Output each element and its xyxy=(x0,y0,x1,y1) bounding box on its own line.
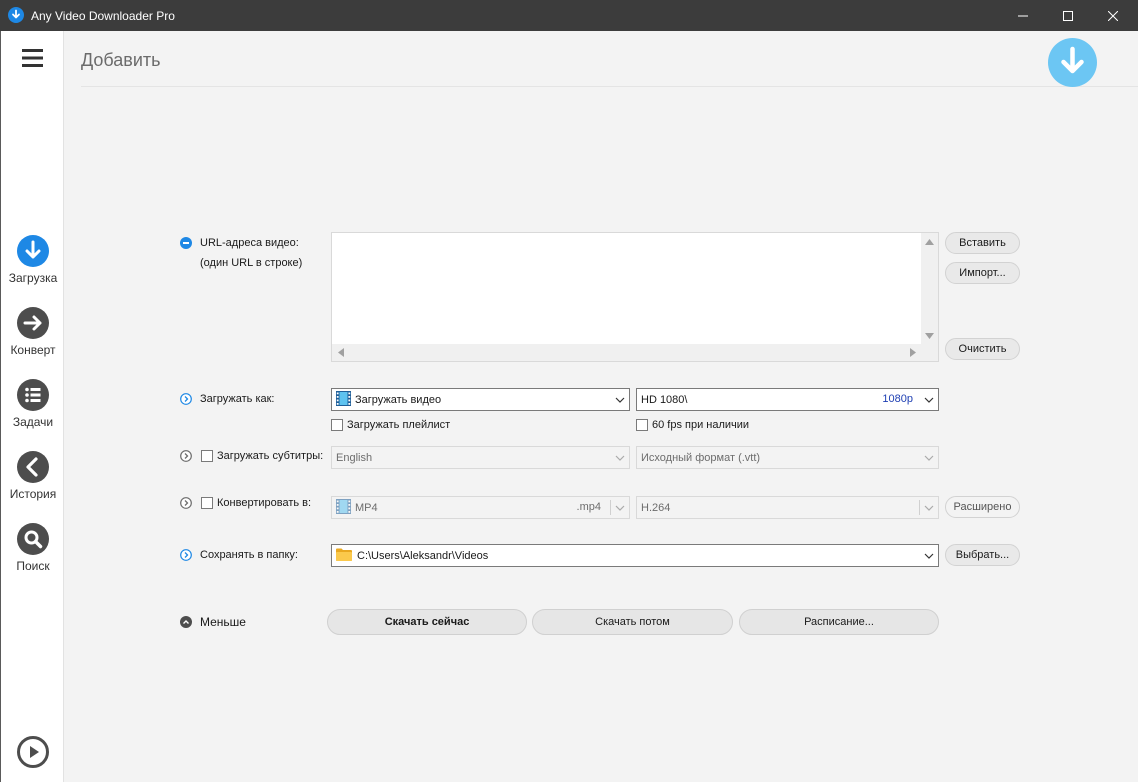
sidebar-item-label: История xyxy=(9,487,57,501)
convert-label: Конвертировать в: xyxy=(217,497,312,509)
download-type-value: Загружать видео xyxy=(355,393,442,406)
quality-value: HD 1080\ xyxy=(641,393,688,406)
sidebar-item-history[interactable]: История xyxy=(1,451,65,501)
expand-chevron-icon[interactable] xyxy=(180,450,192,465)
less-toggle[interactable]: Меньше xyxy=(200,615,246,629)
playlist-checkbox[interactable] xyxy=(331,419,343,431)
chevron-down-icon xyxy=(615,395,625,408)
download-circle-icon xyxy=(1,235,65,267)
quality-select[interactable]: HD 1080\ 1080p xyxy=(636,388,939,411)
chevron-down-icon xyxy=(615,453,625,466)
sidebar-item-convert[interactable]: Конверт xyxy=(1,307,65,357)
chevron-down-icon xyxy=(924,395,934,408)
horizontal-scrollbar[interactable] xyxy=(332,344,922,361)
subtitle-language-value: English xyxy=(336,451,373,464)
subtitle-format-value: Исходный формат (.vtt) xyxy=(641,451,761,464)
subtitle-format-select[interactable]: Исходный формат (.vtt) xyxy=(636,446,939,469)
sidebar-item-search[interactable]: Поиск xyxy=(1,523,65,573)
download-type-select[interactable]: Загружать видео xyxy=(331,388,630,411)
chevron-down-icon xyxy=(924,503,934,516)
playlist-label: Загружать плейлист xyxy=(347,419,451,431)
chevron-down-icon xyxy=(615,503,625,516)
sidebar-item-label: Конверт xyxy=(10,343,56,357)
fps-checkbox[interactable] xyxy=(636,419,648,431)
sidebar-item-label: Поиск xyxy=(16,559,50,573)
download-as-label: Загружать как: xyxy=(200,393,275,405)
arrow-right-circle-icon xyxy=(1,307,65,339)
paste-button[interactable]: Вставить xyxy=(945,232,1020,254)
schedule-button[interactable]: Расписание... xyxy=(739,609,939,635)
convert-format-ext: .mp4 xyxy=(576,501,601,513)
header-download-icon xyxy=(1048,38,1097,90)
browse-button[interactable]: Выбрать... xyxy=(945,544,1020,566)
codec-value: H.264 xyxy=(641,501,671,514)
close-button[interactable] xyxy=(1090,0,1136,31)
chevron-down-icon xyxy=(924,551,934,564)
title-bar: Any Video Downloader Pro xyxy=(0,0,1138,31)
page-title: Добавить xyxy=(81,50,161,70)
convert-format-select[interactable]: MP4 .mp4 xyxy=(331,496,630,519)
play-circle-icon[interactable] xyxy=(17,736,49,771)
sidebar: Загрузка Конверт Задачи История Поиск xyxy=(0,31,64,782)
sidebar-item-download[interactable]: Загрузка xyxy=(1,235,65,285)
film-icon xyxy=(336,498,351,517)
save-folder-label: Сохранять в папку: xyxy=(200,549,298,561)
subtitle-language-select[interactable]: English xyxy=(331,446,630,469)
main-panel: Добавить URL-адреса видео: (один URL в с… xyxy=(65,31,1138,782)
vertical-scrollbar[interactable] xyxy=(921,233,938,345)
url-sublabel: (один URL в строке) xyxy=(200,257,303,269)
header-divider xyxy=(81,86,1138,87)
expand-chevron-icon[interactable] xyxy=(180,393,192,408)
search-circle-icon xyxy=(1,523,65,555)
scroll-corner xyxy=(921,344,938,361)
url-textarea[interactable] xyxy=(331,232,939,362)
folder-icon xyxy=(336,548,352,564)
subtitles-label: Загружать субтитры: xyxy=(217,450,324,462)
sidebar-item-label: Задачи xyxy=(12,415,54,429)
minimize-button[interactable] xyxy=(1000,0,1046,31)
list-circle-icon xyxy=(1,379,65,411)
import-button[interactable]: Импорт... xyxy=(945,262,1020,284)
maximize-button[interactable] xyxy=(1045,0,1091,31)
save-folder-select[interactable]: C:\Users\Aleksandr\Videos xyxy=(331,544,939,567)
back-circle-icon xyxy=(1,451,65,483)
select-divider xyxy=(919,500,920,515)
chevron-down-icon xyxy=(924,453,934,466)
download-now-button[interactable]: Скачать сейчас xyxy=(327,609,527,635)
film-icon xyxy=(336,390,351,409)
subtitles-checkbox[interactable] xyxy=(201,450,213,462)
window-title: Any Video Downloader Pro xyxy=(31,9,175,23)
download-later-button[interactable]: Скачать потом xyxy=(532,609,733,635)
hamburger-menu-icon[interactable] xyxy=(22,49,43,70)
advanced-button[interactable]: Расширено xyxy=(945,496,1020,518)
collapse-up-icon[interactable] xyxy=(180,616,192,631)
clear-button[interactable]: Очистить xyxy=(945,338,1020,360)
sidebar-item-label: Загрузка xyxy=(8,271,58,285)
expand-chevron-icon[interactable] xyxy=(180,549,192,564)
collapse-minus-icon[interactable] xyxy=(180,237,192,252)
quality-tag: 1080p xyxy=(882,393,913,405)
convert-checkbox[interactable] xyxy=(201,497,213,509)
convert-format-value: MP4 xyxy=(355,501,378,514)
url-label: URL-адреса видео: xyxy=(200,237,299,249)
sidebar-item-tasks[interactable]: Задачи xyxy=(1,379,65,429)
app-download-icon xyxy=(8,7,24,23)
codec-select[interactable]: H.264 xyxy=(636,496,939,519)
save-folder-value: C:\Users\Aleksandr\Videos xyxy=(357,549,489,562)
select-divider xyxy=(610,500,611,515)
expand-chevron-icon[interactable] xyxy=(180,497,192,512)
fps-label: 60 fps при наличии xyxy=(652,419,750,431)
